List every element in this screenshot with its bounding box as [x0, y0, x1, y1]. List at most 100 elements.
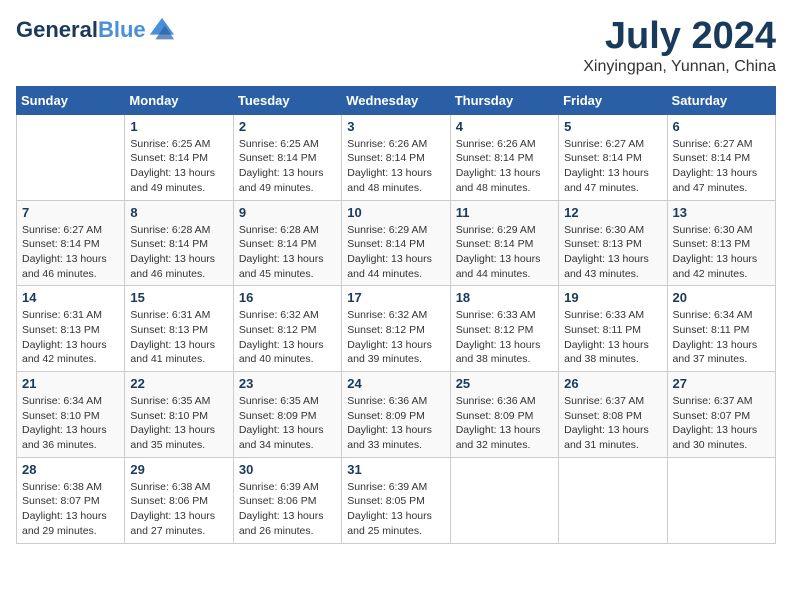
sunset-text: Sunset: 8:09 PM — [456, 410, 534, 422]
sunrise-text: Sunrise: 6:25 AM — [130, 138, 210, 150]
sunset-text: Sunset: 8:14 PM — [673, 152, 751, 164]
sunrise-text: Sunrise: 6:38 AM — [130, 481, 210, 493]
sunset-text: Sunset: 8:06 PM — [239, 495, 317, 507]
table-row — [17, 114, 125, 200]
table-row: 27 Sunrise: 6:37 AM Sunset: 8:07 PM Dayl… — [667, 372, 775, 458]
table-row: 23 Sunrise: 6:35 AM Sunset: 8:09 PM Dayl… — [233, 372, 341, 458]
title-block: July 2024 Xinyingpan, Yunnan, China — [583, 16, 776, 76]
sunset-text: Sunset: 8:05 PM — [347, 495, 425, 507]
sunset-text: Sunset: 8:09 PM — [347, 410, 425, 422]
daylight-text: Daylight: 13 hours and 42 minutes. — [22, 339, 107, 366]
day-number: 26 — [564, 376, 661, 391]
day-info: Sunrise: 6:37 AM Sunset: 8:08 PM Dayligh… — [564, 394, 661, 453]
sunrise-text: Sunrise: 6:32 AM — [347, 309, 427, 321]
table-row — [667, 457, 775, 543]
table-row: 15 Sunrise: 6:31 AM Sunset: 8:13 PM Dayl… — [125, 286, 233, 372]
table-row: 12 Sunrise: 6:30 AM Sunset: 8:13 PM Dayl… — [559, 200, 667, 286]
table-row: 19 Sunrise: 6:33 AM Sunset: 8:11 PM Dayl… — [559, 286, 667, 372]
table-row: 25 Sunrise: 6:36 AM Sunset: 8:09 PM Dayl… — [450, 372, 558, 458]
table-row: 29 Sunrise: 6:38 AM Sunset: 8:06 PM Dayl… — [125, 457, 233, 543]
daylight-text: Daylight: 13 hours and 27 minutes. — [130, 510, 215, 537]
sunrise-text: Sunrise: 6:34 AM — [22, 395, 102, 407]
day-number: 16 — [239, 290, 336, 305]
daylight-text: Daylight: 13 hours and 46 minutes. — [22, 253, 107, 280]
sunrise-text: Sunrise: 6:34 AM — [673, 309, 753, 321]
sunrise-text: Sunrise: 6:26 AM — [347, 138, 427, 150]
table-row: 14 Sunrise: 6:31 AM Sunset: 8:13 PM Dayl… — [17, 286, 125, 372]
sunrise-text: Sunrise: 6:33 AM — [456, 309, 536, 321]
calendar-table: Sunday Monday Tuesday Wednesday Thursday… — [16, 86, 776, 544]
day-info: Sunrise: 6:33 AM Sunset: 8:11 PM Dayligh… — [564, 308, 661, 367]
col-monday: Monday — [125, 86, 233, 114]
sunset-text: Sunset: 8:14 PM — [347, 238, 425, 250]
table-row: 22 Sunrise: 6:35 AM Sunset: 8:10 PM Dayl… — [125, 372, 233, 458]
daylight-text: Daylight: 13 hours and 32 minutes. — [456, 424, 541, 451]
sunrise-text: Sunrise: 6:28 AM — [239, 224, 319, 236]
day-info: Sunrise: 6:26 AM Sunset: 8:14 PM Dayligh… — [347, 137, 444, 196]
sunset-text: Sunset: 8:14 PM — [456, 152, 534, 164]
sunset-text: Sunset: 8:14 PM — [22, 238, 100, 250]
sunset-text: Sunset: 8:14 PM — [130, 152, 208, 164]
day-info: Sunrise: 6:33 AM Sunset: 8:12 PM Dayligh… — [456, 308, 553, 367]
daylight-text: Daylight: 13 hours and 36 minutes. — [22, 424, 107, 451]
sunset-text: Sunset: 8:13 PM — [22, 324, 100, 336]
day-number: 2 — [239, 119, 336, 134]
table-row: 1 Sunrise: 6:25 AM Sunset: 8:14 PM Dayli… — [125, 114, 233, 200]
page-header: GeneralBlue July 2024 Xinyingpan, Yunnan… — [16, 16, 776, 76]
daylight-text: Daylight: 13 hours and 42 minutes. — [673, 253, 758, 280]
sunrise-text: Sunrise: 6:38 AM — [22, 481, 102, 493]
sunrise-text: Sunrise: 6:33 AM — [564, 309, 644, 321]
table-row: 9 Sunrise: 6:28 AM Sunset: 8:14 PM Dayli… — [233, 200, 341, 286]
daylight-text: Daylight: 13 hours and 43 minutes. — [564, 253, 649, 280]
daylight-text: Daylight: 13 hours and 26 minutes. — [239, 510, 324, 537]
day-number: 12 — [564, 205, 661, 220]
daylight-text: Daylight: 13 hours and 25 minutes. — [347, 510, 432, 537]
sunrise-text: Sunrise: 6:30 AM — [564, 224, 644, 236]
logo-text: GeneralBlue — [16, 18, 146, 42]
day-number: 30 — [239, 462, 336, 477]
sunset-text: Sunset: 8:11 PM — [564, 324, 641, 336]
day-number: 20 — [673, 290, 770, 305]
day-info: Sunrise: 6:32 AM Sunset: 8:12 PM Dayligh… — [239, 308, 336, 367]
sunrise-text: Sunrise: 6:37 AM — [673, 395, 753, 407]
sunrise-text: Sunrise: 6:36 AM — [456, 395, 536, 407]
sunset-text: Sunset: 8:14 PM — [347, 152, 425, 164]
sunrise-text: Sunrise: 6:27 AM — [673, 138, 753, 150]
sunrise-text: Sunrise: 6:29 AM — [347, 224, 427, 236]
daylight-text: Daylight: 13 hours and 37 minutes. — [673, 339, 758, 366]
daylight-text: Daylight: 13 hours and 29 minutes. — [22, 510, 107, 537]
calendar-week-row: 28 Sunrise: 6:38 AM Sunset: 8:07 PM Dayl… — [17, 457, 776, 543]
daylight-text: Daylight: 13 hours and 49 minutes. — [130, 167, 215, 194]
sunset-text: Sunset: 8:14 PM — [130, 238, 208, 250]
sunrise-text: Sunrise: 6:27 AM — [22, 224, 102, 236]
location: Xinyingpan, Yunnan, China — [583, 58, 776, 76]
col-tuesday: Tuesday — [233, 86, 341, 114]
table-row: 17 Sunrise: 6:32 AM Sunset: 8:12 PM Dayl… — [342, 286, 450, 372]
day-info: Sunrise: 6:28 AM Sunset: 8:14 PM Dayligh… — [130, 223, 227, 282]
day-info: Sunrise: 6:37 AM Sunset: 8:07 PM Dayligh… — [673, 394, 770, 453]
daylight-text: Daylight: 13 hours and 48 minutes. — [456, 167, 541, 194]
daylight-text: Daylight: 13 hours and 40 minutes. — [239, 339, 324, 366]
sunrise-text: Sunrise: 6:27 AM — [564, 138, 644, 150]
sunrise-text: Sunrise: 6:39 AM — [347, 481, 427, 493]
calendar-week-row: 7 Sunrise: 6:27 AM Sunset: 8:14 PM Dayli… — [17, 200, 776, 286]
day-number: 25 — [456, 376, 553, 391]
day-info: Sunrise: 6:26 AM Sunset: 8:14 PM Dayligh… — [456, 137, 553, 196]
table-row: 3 Sunrise: 6:26 AM Sunset: 8:14 PM Dayli… — [342, 114, 450, 200]
sunset-text: Sunset: 8:10 PM — [22, 410, 100, 422]
day-info: Sunrise: 6:25 AM Sunset: 8:14 PM Dayligh… — [130, 137, 227, 196]
month-title: July 2024 — [583, 16, 776, 58]
day-info: Sunrise: 6:29 AM Sunset: 8:14 PM Dayligh… — [347, 223, 444, 282]
daylight-text: Daylight: 13 hours and 41 minutes. — [130, 339, 215, 366]
sunset-text: Sunset: 8:14 PM — [456, 238, 534, 250]
table-row: 20 Sunrise: 6:34 AM Sunset: 8:11 PM Dayl… — [667, 286, 775, 372]
day-number: 13 — [673, 205, 770, 220]
sunset-text: Sunset: 8:10 PM — [130, 410, 208, 422]
day-number: 7 — [22, 205, 119, 220]
day-number: 8 — [130, 205, 227, 220]
col-saturday: Saturday — [667, 86, 775, 114]
day-number: 28 — [22, 462, 119, 477]
day-number: 15 — [130, 290, 227, 305]
table-row: 28 Sunrise: 6:38 AM Sunset: 8:07 PM Dayl… — [17, 457, 125, 543]
day-info: Sunrise: 6:30 AM Sunset: 8:13 PM Dayligh… — [564, 223, 661, 282]
